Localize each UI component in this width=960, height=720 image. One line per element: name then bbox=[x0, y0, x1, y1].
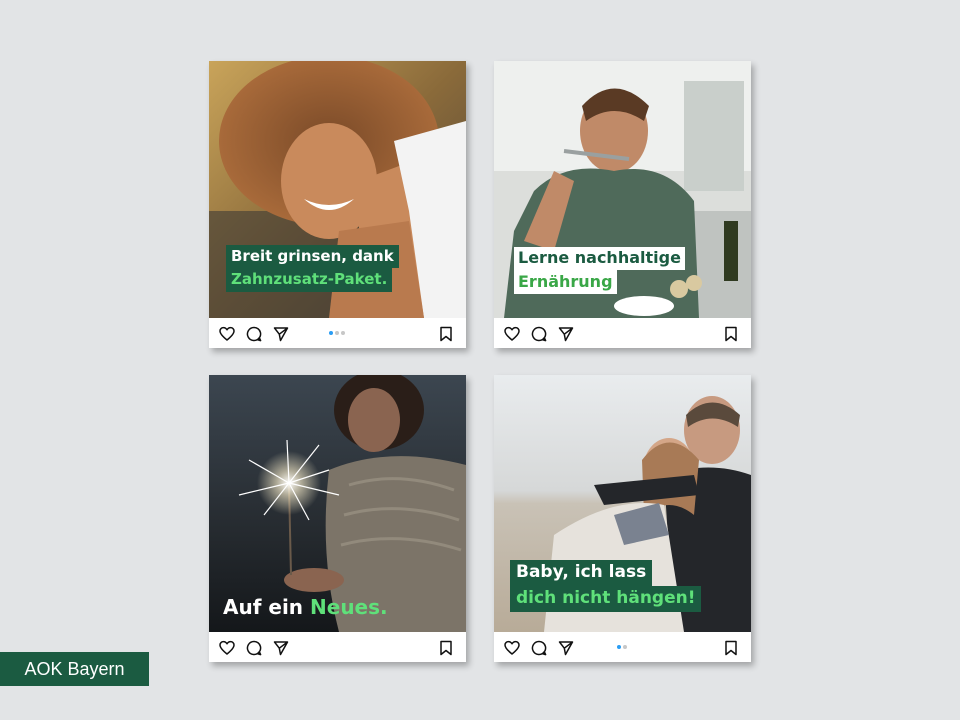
heart-icon[interactable] bbox=[219, 640, 235, 656]
heart-icon[interactable] bbox=[504, 326, 520, 342]
post-card-3[interactable]: Auf ein Neues. bbox=[209, 375, 466, 662]
post-card-2[interactable]: Lerne nachhaltige Ernährung bbox=[494, 61, 751, 348]
share-icon[interactable] bbox=[273, 640, 289, 656]
caption-line-1: Breit grinsen, dank bbox=[226, 245, 399, 268]
share-icon[interactable] bbox=[273, 326, 289, 342]
heart-icon[interactable] bbox=[219, 326, 235, 342]
post-actions-bar bbox=[209, 632, 466, 662]
comment-icon[interactable] bbox=[531, 640, 547, 656]
caption-line-1: Lerne nachhaltige bbox=[514, 247, 685, 270]
post-actions-bar bbox=[494, 632, 751, 662]
post-photo[interactable] bbox=[209, 375, 466, 632]
comment-icon[interactable] bbox=[246, 640, 262, 656]
share-icon[interactable] bbox=[558, 640, 574, 656]
carousel-dot bbox=[335, 331, 339, 335]
post-caption: Auf ein Neues. bbox=[223, 597, 388, 617]
caption-line-2: dich nicht hängen! bbox=[510, 586, 702, 612]
post-caption: Breit grinsen, dank Zahnzusatz-Paket. bbox=[226, 245, 399, 292]
post-caption: Baby, ich lass dich nicht hängen! bbox=[510, 560, 702, 612]
caption-line-2: Ernährung bbox=[514, 270, 617, 294]
caption-line-2: Zahnzusatz-Paket. bbox=[226, 268, 393, 292]
carousel-dots bbox=[329, 331, 345, 335]
brand-label: AOK Bayern bbox=[0, 652, 149, 686]
post-actions-bar bbox=[209, 318, 466, 348]
heart-icon[interactable] bbox=[504, 640, 520, 656]
comment-icon[interactable] bbox=[246, 326, 262, 342]
caption-text: Auf ein bbox=[223, 595, 311, 619]
carousel-dot bbox=[623, 645, 627, 649]
caption-highlight: Neues. bbox=[310, 595, 388, 619]
carousel-dot bbox=[617, 645, 621, 649]
carousel-dot bbox=[329, 331, 333, 335]
caption-line-1: Baby, ich lass bbox=[510, 560, 653, 586]
comment-icon[interactable] bbox=[531, 326, 547, 342]
post-card-4[interactable]: Baby, ich lass dich nicht hängen! bbox=[494, 375, 751, 662]
post-card-1[interactable]: Breit grinsen, dank Zahnzusatz-Paket. bbox=[209, 61, 466, 348]
post-actions-bar bbox=[494, 318, 751, 348]
bookmark-icon[interactable] bbox=[723, 326, 739, 342]
bookmark-icon[interactable] bbox=[723, 640, 739, 656]
post-caption: Lerne nachhaltige Ernährung bbox=[514, 247, 685, 294]
bookmark-icon[interactable] bbox=[438, 640, 454, 656]
carousel-dot bbox=[341, 331, 345, 335]
bookmark-icon[interactable] bbox=[438, 326, 454, 342]
carousel-dots bbox=[617, 645, 627, 649]
share-icon[interactable] bbox=[558, 326, 574, 342]
